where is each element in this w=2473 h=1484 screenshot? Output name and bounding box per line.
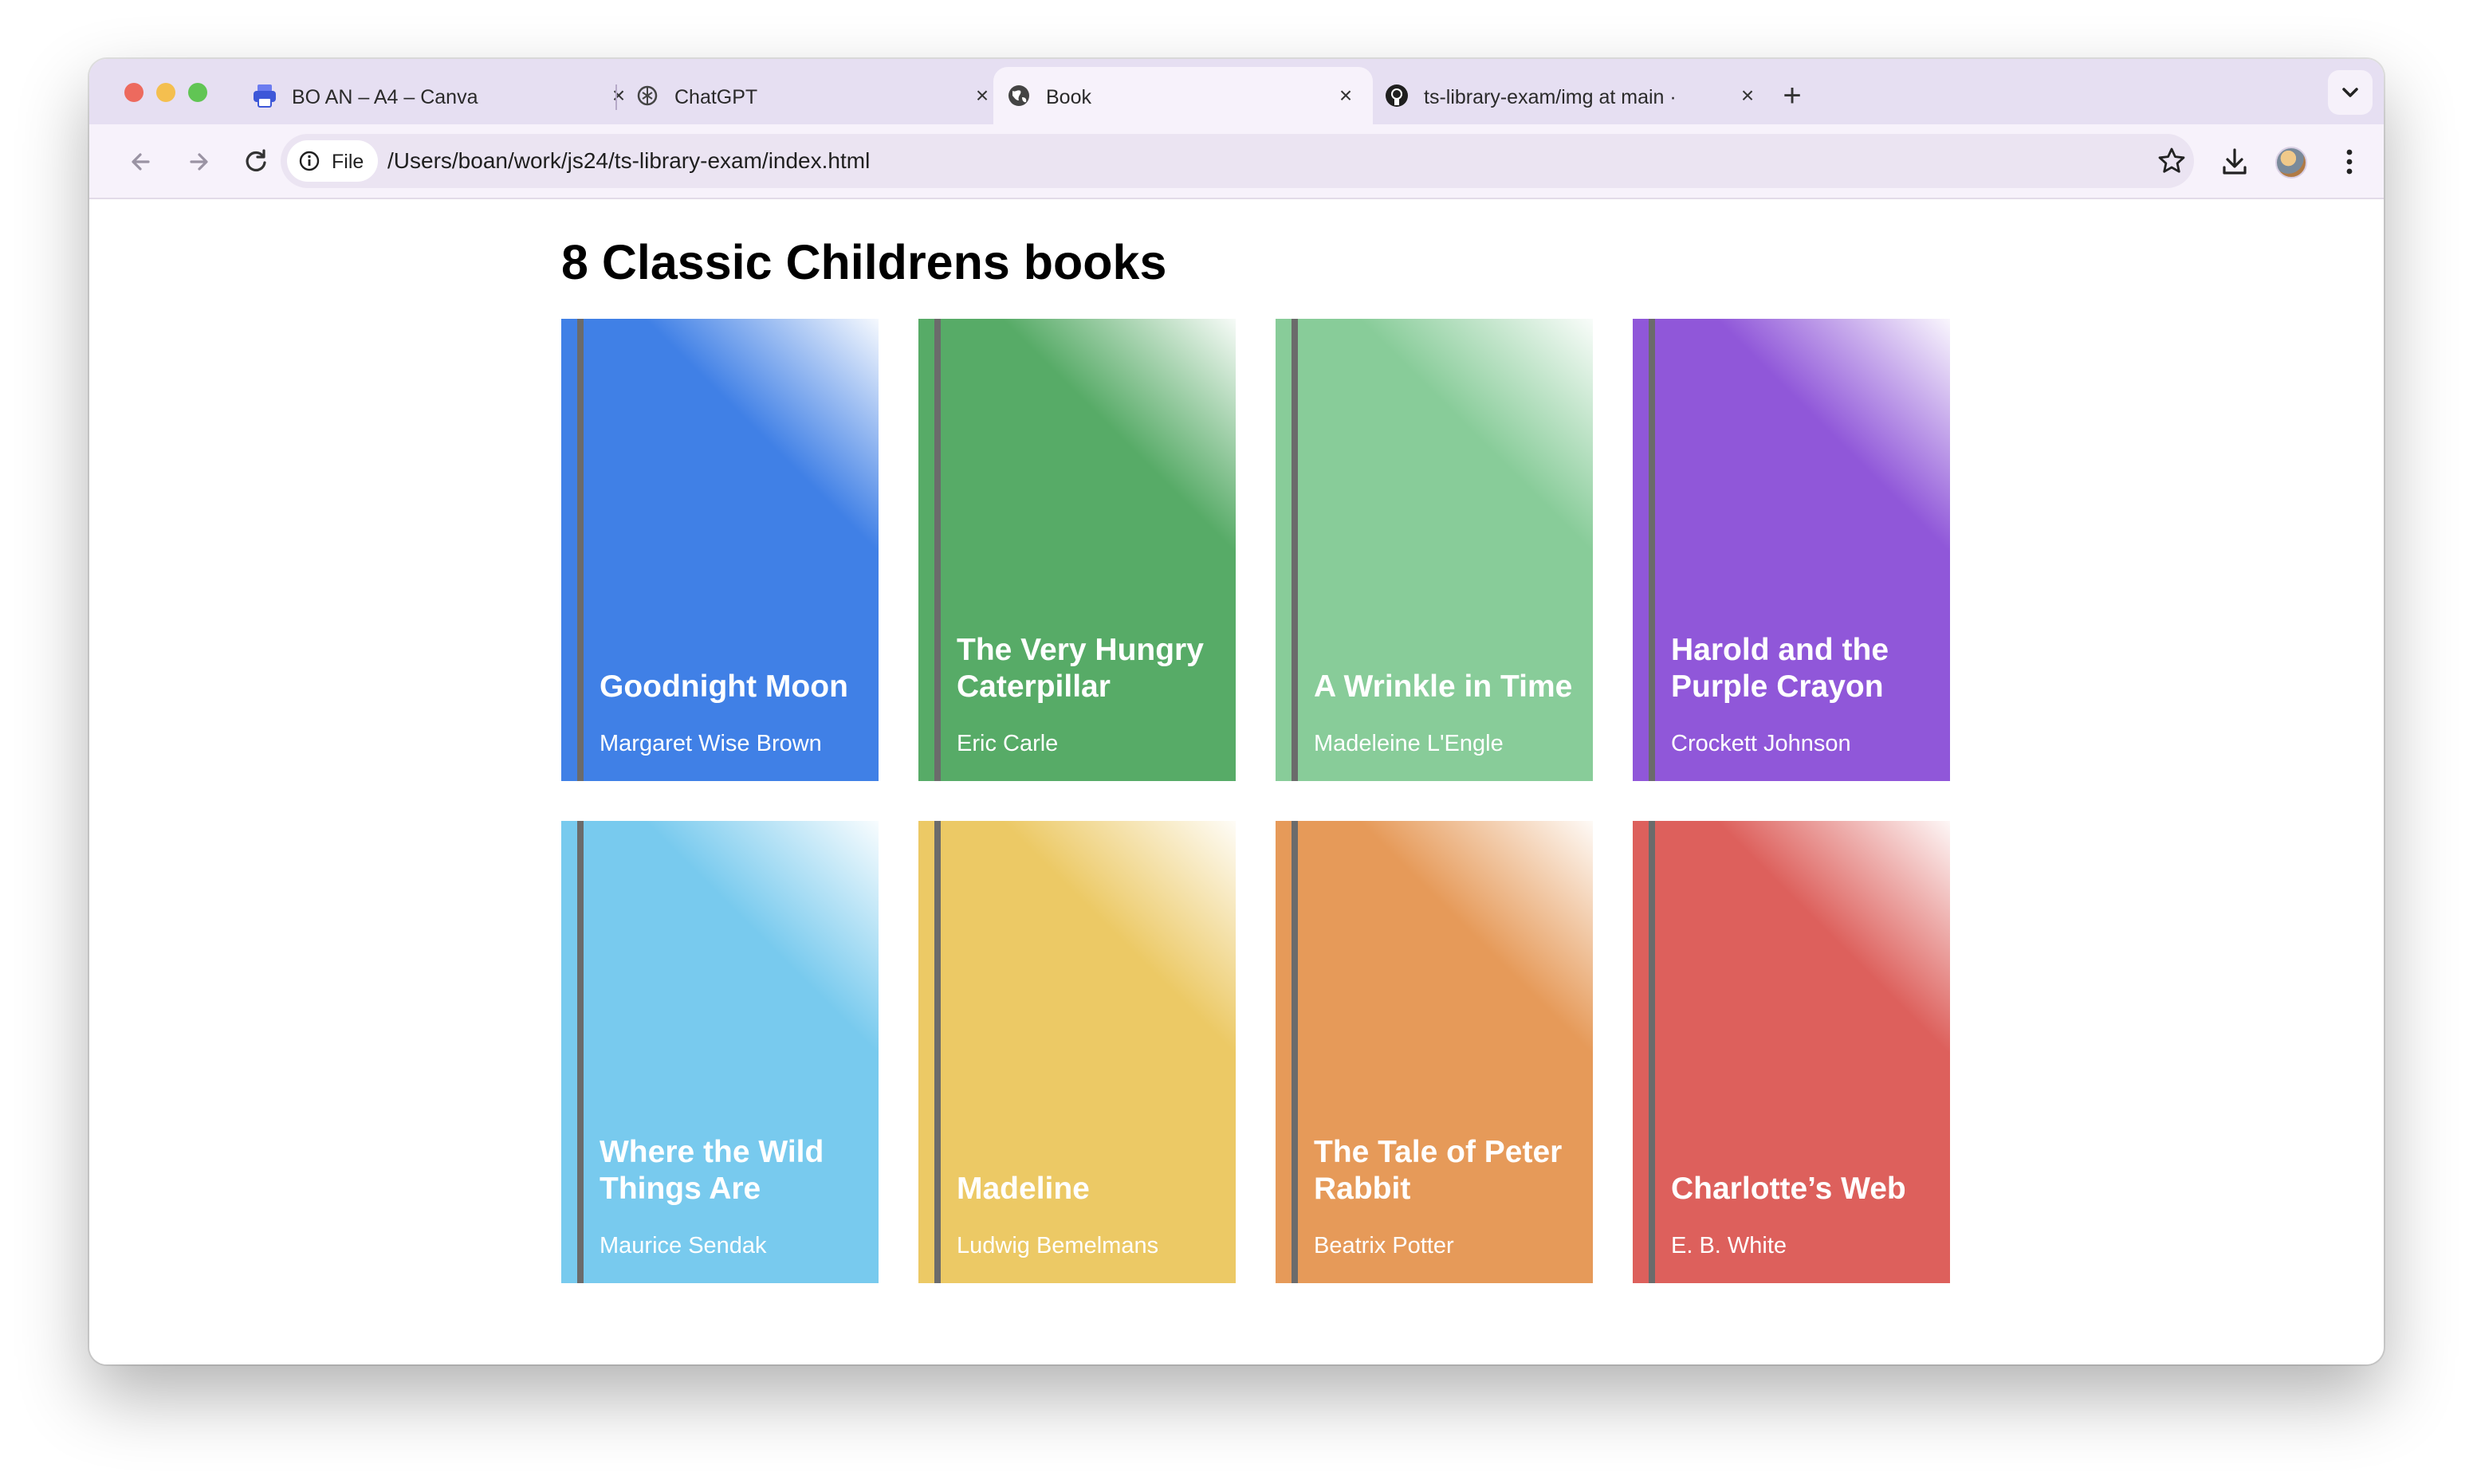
- minimize-window-button[interactable]: [156, 83, 175, 102]
- book-shine: [918, 821, 1236, 1283]
- bookmark-star-icon[interactable]: [2157, 147, 2186, 175]
- book-grid: Goodnight Moon Margaret Wise Brown The V…: [561, 319, 1950, 1283]
- book-title: Goodnight Moon: [600, 669, 848, 704]
- profile-avatar[interactable]: [2275, 147, 2307, 179]
- tab-title: BO AN – A4 – Canva: [292, 86, 478, 108]
- book-shine: [561, 821, 879, 1283]
- close-tab-icon[interactable]: ×: [606, 83, 631, 108]
- book-author: Ludwig Bemelmans: [957, 1233, 1159, 1258]
- kebab-menu-icon[interactable]: [2333, 145, 2366, 179]
- book-title: A Wrinkle in Time: [1314, 669, 1573, 704]
- book-card[interactable]: Where the Wild Things Are Maurice Sendak: [561, 821, 879, 1283]
- browser-toolbar: File /Users/boan/work/js24/ts-library-ex…: [89, 124, 2384, 199]
- book-card[interactable]: The Tale of Peter Rabbit Beatrix Potter: [1276, 821, 1593, 1283]
- reload-icon[interactable]: [239, 145, 273, 179]
- book-shine: [918, 319, 1236, 781]
- maximize-window-button[interactable]: [188, 83, 207, 102]
- download-icon[interactable]: [2218, 145, 2251, 179]
- new-tab-button[interactable]: +: [1776, 80, 1808, 112]
- close-tab-icon[interactable]: ×: [969, 83, 995, 108]
- tab-separator: [615, 84, 617, 110]
- book-card[interactable]: A Wrinkle in Time Madeleine L'Engle: [1276, 319, 1593, 781]
- book-card[interactable]: Madeline Ludwig Bemelmans: [918, 821, 1236, 1283]
- book-shine: [561, 319, 879, 781]
- book-title: The Tale of Peter Rabbit: [1314, 1135, 1563, 1206]
- tab-chatgpt[interactable]: ChatGPT ×: [635, 67, 1017, 124]
- address-bar[interactable]: File /Users/boan/work/js24/ts-library-ex…: [281, 134, 2194, 188]
- forward-arrow-icon[interactable]: [182, 145, 215, 179]
- close-window-button[interactable]: [124, 83, 144, 102]
- close-tab-icon[interactable]: ×: [1333, 83, 1358, 108]
- book-title: Harold and the Purple Crayon: [1671, 633, 1889, 704]
- book-author: Maurice Sendak: [600, 1233, 767, 1258]
- canva-printer-icon: [254, 84, 276, 108]
- github-icon: [1386, 84, 1408, 107]
- book-title: Charlotte’s Web: [1671, 1172, 1906, 1206]
- page-content: 8 Classic Childrens books Goodnight Moon…: [89, 201, 2384, 1364]
- book-title: Madeline: [957, 1172, 1090, 1206]
- book-author: Margaret Wise Brown: [600, 731, 822, 756]
- back-arrow-icon[interactable]: [124, 145, 158, 179]
- browser-window: BO AN – A4 – Canva × ChatGPT × Book × ts…: [89, 59, 2384, 1364]
- page-title: 8 Classic Childrens books: [561, 235, 1167, 289]
- tab-title: ts-library-exam/img at main ·: [1424, 86, 1677, 108]
- book-shine: [1276, 319, 1593, 781]
- book-title: The Very Hungry Caterpillar: [957, 633, 1204, 704]
- chevron-down-icon: [2342, 88, 2358, 97]
- tab-title: ChatGPT: [674, 86, 758, 108]
- book-author: E. B. White: [1671, 1233, 1787, 1258]
- book-shine: [1633, 319, 1950, 781]
- book-card[interactable]: Goodnight Moon Margaret Wise Brown: [561, 319, 879, 781]
- tab-title: Book: [1046, 86, 1091, 108]
- tab-strip: BO AN – A4 – Canva × ChatGPT × Book × ts…: [89, 59, 2384, 124]
- book-shine: [1633, 821, 1950, 1283]
- book-shine: [1276, 821, 1593, 1283]
- tab-github[interactable]: ts-library-exam/img at main · ×: [1384, 67, 1775, 124]
- tab-book[interactable]: Book ×: [993, 67, 1373, 124]
- book-card[interactable]: The Very Hungry Caterpillar Eric Carle: [918, 319, 1236, 781]
- info-icon: [299, 151, 320, 171]
- book-author: Eric Carle: [957, 731, 1059, 756]
- url-text[interactable]: /Users/boan/work/js24/ts-library-exam/in…: [387, 148, 870, 174]
- globe-icon: [1008, 85, 1029, 106]
- book-author: Madeleine L'Engle: [1314, 731, 1504, 756]
- book-title: Where the Wild Things Are: [600, 1135, 824, 1206]
- tab-search-button[interactable]: [2328, 70, 2373, 115]
- tab-canva[interactable]: BO AN – A4 – Canva ×: [252, 67, 635, 124]
- book-card[interactable]: Harold and the Purple Crayon Crockett Jo…: [1633, 319, 1950, 781]
- book-author: Crockett Johnson: [1671, 731, 1851, 756]
- book-author: Beatrix Potter: [1314, 1233, 1454, 1258]
- site-chip-label: File: [332, 151, 364, 173]
- close-tab-icon[interactable]: ×: [1735, 83, 1760, 108]
- chatgpt-icon: [637, 85, 658, 106]
- site-info-chip[interactable]: File: [287, 140, 378, 182]
- book-card[interactable]: Charlotte’s Web E. B. White: [1633, 821, 1950, 1283]
